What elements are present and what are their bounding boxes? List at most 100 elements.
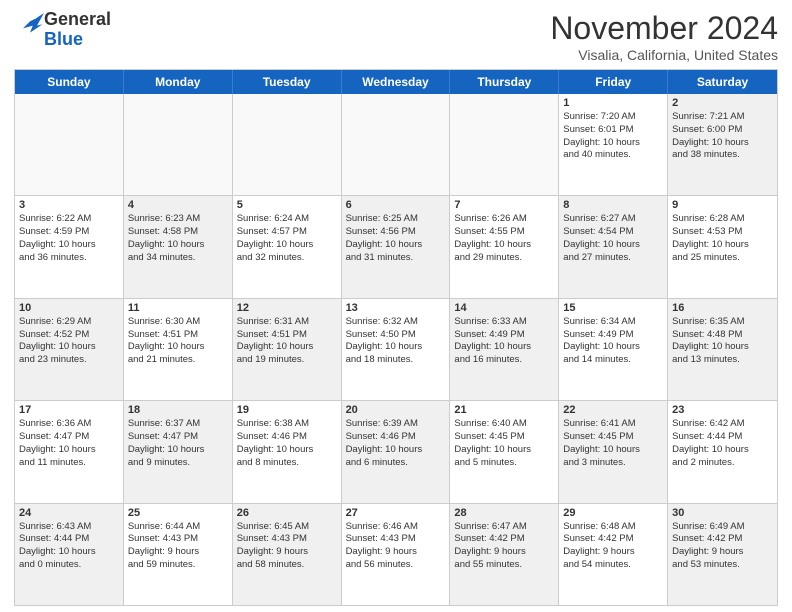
day-number: 22 [563, 404, 663, 416]
day-number: 24 [19, 507, 119, 519]
calendar-cell-3-2: 19Sunrise: 6:38 AM Sunset: 4:46 PM Dayli… [233, 401, 342, 502]
calendar-cell-1-0: 3 Sunrise: 6:22 AM Sunset: 4:59 PM Daylig… [15, 196, 124, 297]
day-number: 13 [346, 302, 446, 314]
day-number: 23 [672, 404, 773, 416]
day-number: 5 [237, 199, 337, 211]
day-number: 27 [346, 507, 446, 519]
day-info: Sunrise: 6:35 AM Sunset: 4:48 PM Dayligh… [672, 316, 773, 367]
day-number: 10 [19, 302, 119, 314]
day-number: 4 [128, 199, 228, 211]
calendar-cell-2-5: 15 Sunrise: 6:34 AM Sunset: 4:49 PM Dayli… [559, 299, 668, 400]
calendar-cell-2-1: 11 Sunrise: 6:30 AM Sunset: 4:51 PM Dayli… [124, 299, 233, 400]
day-number: 26 [237, 507, 337, 519]
day-number: 25 [128, 507, 228, 519]
calendar-cell-4-4: 28 Sunrise: 6:47 AM Sunset: 4:42 PM Dayli… [450, 504, 559, 605]
day-info: Sunrise: 6:46 AM Sunset: 4:43 PM Dayligh… [346, 521, 446, 572]
day-info: Sunrise: 6:37 AM Sunset: 4:47 PM Dayligh… [128, 418, 228, 469]
calendar-cell-4-5: 29 Sunrise: 6:48 AM Sunset: 4:42 PM Dayli… [559, 504, 668, 605]
calendar-cell-1-4: 7 Sunrise: 6:26 AM Sunset: 4:55 PM Daylig… [450, 196, 559, 297]
day-number: 20 [346, 404, 446, 416]
day-number: 9 [672, 199, 773, 211]
day-info: Sunrise: 6:48 AM Sunset: 4:42 PM Dayligh… [563, 521, 663, 572]
day-info: Sunrise: 6:47 AM Sunset: 4:42 PM Dayligh… [454, 521, 554, 572]
calendar-cell-1-6: 9 Sunrise: 6:28 AM Sunset: 4:53 PM Daylig… [668, 196, 777, 297]
day-info: Sunrise: 6:39 AM Sunset: 4:46 PM Dayligh… [346, 418, 446, 469]
day-number: 15 [563, 302, 663, 314]
calendar-cell-3-6: 23 Sunrise: 6:42 AM Sunset: 4:44 PM Dayli… [668, 401, 777, 502]
logo-bird-icon [16, 13, 44, 41]
day-number: 7 [454, 199, 554, 211]
calendar-cell-2-3: 13 Sunrise: 6:32 AM Sunset: 4:50 PM Dayli… [342, 299, 451, 400]
calendar-cell-0-6: 2 Sunrise: 7:21 AM Sunset: 6:00 PM Daylig… [668, 94, 777, 195]
calendar-cell-1-5: 8Sunrise: 6:27 AM Sunset: 4:54 PM Daylig… [559, 196, 668, 297]
day-info: Sunrise: 6:27 AM Sunset: 4:54 PM Dayligh… [563, 213, 663, 264]
day-number: 29 [563, 507, 663, 519]
calendar-cell-0-2 [233, 94, 342, 195]
day-info: Sunrise: 6:23 AM Sunset: 4:58 PM Dayligh… [128, 213, 228, 264]
day-number: 3 [19, 199, 119, 211]
calendar-cell-3-0: 17Sunrise: 6:36 AM Sunset: 4:47 PM Dayli… [15, 401, 124, 502]
day-info: Sunrise: 7:21 AM Sunset: 6:00 PM Dayligh… [672, 111, 773, 162]
day-info: Sunrise: 7:20 AM Sunset: 6:01 PM Dayligh… [563, 111, 663, 162]
calendar-cell-4-1: 25 Sunrise: 6:44 AM Sunset: 4:43 PM Dayli… [124, 504, 233, 605]
day-info: Sunrise: 6:44 AM Sunset: 4:43 PM Dayligh… [128, 521, 228, 572]
day-info: Sunrise: 6:24 AM Sunset: 4:57 PM Dayligh… [237, 213, 337, 264]
header-day-saturday: Saturday [668, 70, 777, 94]
day-number: 11 [128, 302, 228, 314]
calendar-cell-2-0: 10 Sunrise: 6:29 AM Sunset: 4:52 PM Dayli… [15, 299, 124, 400]
calendar-cell-1-3: 6Sunrise: 6:25 AM Sunset: 4:56 PM Daylig… [342, 196, 451, 297]
calendar-cell-3-1: 18 Sunrise: 6:37 AM Sunset: 4:47 PM Dayli… [124, 401, 233, 502]
calendar-cell-3-3: 20 Sunrise: 6:39 AM Sunset: 4:46 PM Dayli… [342, 401, 451, 502]
day-info: Sunrise: 6:22 AM Sunset: 4:59 PM Dayligh… [19, 213, 119, 264]
calendar-cell-0-5: 1Sunrise: 7:20 AM Sunset: 6:01 PM Daylig… [559, 94, 668, 195]
calendar-cell-4-6: 30Sunrise: 6:49 AM Sunset: 4:42 PM Dayli… [668, 504, 777, 605]
calendar-cell-4-2: 26 Sunrise: 6:45 AM Sunset: 4:43 PM Dayli… [233, 504, 342, 605]
calendar-row-3: 17Sunrise: 6:36 AM Sunset: 4:47 PM Dayli… [15, 401, 777, 503]
day-info: Sunrise: 6:29 AM Sunset: 4:52 PM Dayligh… [19, 316, 119, 367]
day-number: 28 [454, 507, 554, 519]
calendar-cell-4-0: 24 Sunrise: 6:43 AM Sunset: 4:44 PM Dayli… [15, 504, 124, 605]
calendar-cell-4-3: 27 Sunrise: 6:46 AM Sunset: 4:43 PM Dayli… [342, 504, 451, 605]
day-info: Sunrise: 6:25 AM Sunset: 4:56 PM Dayligh… [346, 213, 446, 264]
day-number: 30 [672, 507, 773, 519]
day-number: 14 [454, 302, 554, 314]
calendar-cell-1-2: 5 Sunrise: 6:24 AM Sunset: 4:57 PM Daylig… [233, 196, 342, 297]
calendar-cell-1-1: 4 Sunrise: 6:23 AM Sunset: 4:58 PM Daylig… [124, 196, 233, 297]
calendar-row-2: 10 Sunrise: 6:29 AM Sunset: 4:52 PM Dayli… [15, 299, 777, 401]
calendar-cell-2-6: 16Sunrise: 6:35 AM Sunset: 4:48 PM Dayli… [668, 299, 777, 400]
day-info: Sunrise: 6:30 AM Sunset: 4:51 PM Dayligh… [128, 316, 228, 367]
day-number: 12 [237, 302, 337, 314]
day-info: Sunrise: 6:26 AM Sunset: 4:55 PM Dayligh… [454, 213, 554, 264]
day-number: 18 [128, 404, 228, 416]
day-info: Sunrise: 6:32 AM Sunset: 4:50 PM Dayligh… [346, 316, 446, 367]
day-info: Sunrise: 6:28 AM Sunset: 4:53 PM Dayligh… [672, 213, 773, 264]
header-day-tuesday: Tuesday [233, 70, 342, 94]
day-number: 17 [19, 404, 119, 416]
month-title: November 2024 [550, 10, 778, 47]
header-day-wednesday: Wednesday [342, 70, 451, 94]
logo-blue: Blue [44, 30, 111, 50]
day-info: Sunrise: 6:31 AM Sunset: 4:51 PM Dayligh… [237, 316, 337, 367]
calendar-header: SundayMondayTuesdayWednesdayThursdayFrid… [15, 70, 777, 94]
calendar-cell-0-3 [342, 94, 451, 195]
day-info: Sunrise: 6:41 AM Sunset: 4:45 PM Dayligh… [563, 418, 663, 469]
calendar-body: 1Sunrise: 7:20 AM Sunset: 6:01 PM Daylig… [15, 94, 777, 605]
day-info: Sunrise: 6:45 AM Sunset: 4:43 PM Dayligh… [237, 521, 337, 572]
day-info: Sunrise: 6:34 AM Sunset: 4:49 PM Dayligh… [563, 316, 663, 367]
location: Visalia, California, United States [550, 47, 778, 63]
calendar-row-1: 3 Sunrise: 6:22 AM Sunset: 4:59 PM Daylig… [15, 196, 777, 298]
day-info: Sunrise: 6:42 AM Sunset: 4:44 PM Dayligh… [672, 418, 773, 469]
page: General Blue November 2024 Visalia, Cali… [0, 0, 792, 612]
header-day-sunday: Sunday [15, 70, 124, 94]
logo: General Blue [14, 10, 111, 50]
title-block: November 2024 Visalia, California, Unite… [550, 10, 778, 63]
calendar-cell-0-1 [124, 94, 233, 195]
header-day-monday: Monday [124, 70, 233, 94]
day-info: Sunrise: 6:33 AM Sunset: 4:49 PM Dayligh… [454, 316, 554, 367]
calendar-cell-2-4: 14 Sunrise: 6:33 AM Sunset: 4:49 PM Dayli… [450, 299, 559, 400]
calendar-cell-0-4 [450, 94, 559, 195]
day-info: Sunrise: 6:38 AM Sunset: 4:46 PM Dayligh… [237, 418, 337, 469]
day-number: 2 [672, 97, 773, 109]
logo-text: General Blue [44, 10, 111, 50]
day-info: Sunrise: 6:43 AM Sunset: 4:44 PM Dayligh… [19, 521, 119, 572]
